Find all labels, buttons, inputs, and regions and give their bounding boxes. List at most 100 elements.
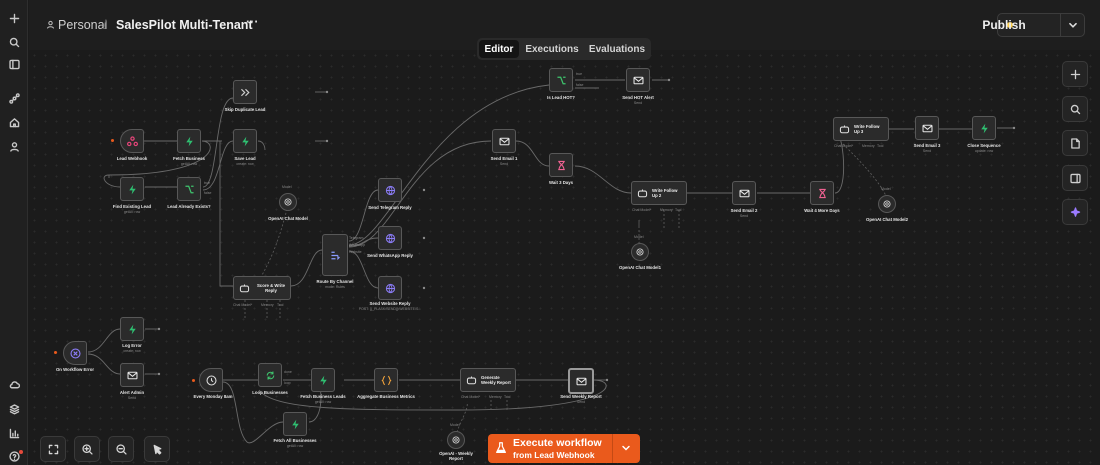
chevron-down-icon[interactable] [1066,18,1080,32]
route-by-channel-node[interactable] [322,234,348,276]
globe-icon [385,283,395,293]
wait-3-days-node[interactable] [549,153,573,177]
openai-icon [883,200,891,208]
every-monday-8am-node[interactable] [199,368,223,392]
node-label: Fetch All Businesses [273,438,317,443]
workflow-canvas[interactable]: Lead Webhook Fetch Business getAll: row … [29,50,1100,465]
bolt-icon [319,375,327,385]
loop-businesses-node[interactable] [258,363,282,387]
cloud-icon[interactable] [4,374,24,394]
search-nodes-button[interactable] [1062,96,1088,122]
node-label: Send Website Reply [369,301,411,306]
insights-icon[interactable] [4,423,24,443]
sticky-note-button[interactable] [1062,130,1088,156]
breadcrumb-owner[interactable]: Personal [58,18,107,32]
node-label: Write Follow Up 3 [854,124,880,134]
log-error-node[interactable] [120,317,144,341]
home-icon[interactable] [4,112,24,132]
alert-admin-node[interactable] [120,363,144,387]
find-existing-lead-node[interactable] [120,177,144,201]
send-whatsapp-reply-node[interactable] [378,226,402,250]
select-mode-button[interactable] [144,436,170,462]
zoom-in-button[interactable] [74,436,100,462]
mail-icon [633,76,643,84]
lead-webhook-node[interactable] [120,129,144,153]
write-follow-up-2-node[interactable]: Write Follow Up 2 [631,181,687,205]
view-tabs: Editor Executions Evaluations [477,38,651,60]
zoom-out-button[interactable] [108,436,134,462]
send-email-1-node[interactable] [492,129,516,153]
port-memory: Memory [489,395,502,399]
ai-assistant-button[interactable] [1062,199,1088,225]
score-write-reply-node[interactable]: Score & Write Reply [233,276,291,300]
port-false: false [204,191,212,195]
bolt-icon [241,136,249,146]
hourglass-icon [818,188,826,198]
fetch-all-businesses-node[interactable] [283,412,307,436]
send-telegram-reply-node[interactable] [378,178,402,202]
openai-chat-model1-node[interactable] [631,243,649,261]
toggle-panel-button[interactable] [1062,165,1088,191]
user-icon [46,20,55,29]
zoom-out-icon [115,443,127,455]
node-label: Save Lead [234,156,256,161]
more-options-button[interactable]: ··· [246,15,259,29]
is-lead-hot-node[interactable] [549,68,573,92]
user-icon[interactable] [4,136,24,156]
node-label: Generate Weekly Report [481,375,511,385]
send-weekly-report-node[interactable] [568,368,594,394]
port-memory: Memory [862,144,875,148]
node-subtitle: create: row [123,349,141,353]
sidebar-toggle-icon[interactable] [4,54,24,74]
fit-view-icon [48,444,58,454]
tab-editor[interactable]: Editor [479,40,519,58]
execute-workflow-button[interactable]: Execute workflow from Lead Webhook [488,434,640,463]
trigger-marker [111,139,114,142]
port-memory: Memory [660,208,673,212]
flask-icon [496,442,506,453]
port-whatsapp: WhatsApp [349,243,366,247]
tab-evaluations[interactable]: Evaluations [585,40,649,58]
node-label: OpenAI Chat Model [268,216,308,221]
openai-chat-model-node[interactable] [279,193,297,211]
save-lead-node[interactable] [233,129,257,153]
send-email-2-node[interactable] [732,181,756,205]
node-subtitle: getAll: row [123,210,141,214]
templates-icon[interactable] [4,399,24,419]
fetch-business-leads-node[interactable] [311,368,335,392]
plus-icon[interactable] [4,8,24,28]
port-tool: Tool [504,395,511,399]
node-label: On Workflow Error [55,367,95,372]
close-sequence-node[interactable] [972,116,996,140]
branch-icon [556,76,566,84]
skip-duplicate-lead-node[interactable] [233,80,257,104]
node-subtitle: create: row [236,162,254,166]
on-workflow-error-node[interactable] [63,341,87,365]
bolt-icon [128,184,136,194]
write-follow-up-3-node[interactable]: Write Follow Up 3 [833,117,889,141]
add-node-button[interactable] [1062,61,1088,87]
aggregate-business-metrics-node[interactable] [374,368,398,392]
tab-executions[interactable]: Executions [523,40,581,58]
send-website-reply-node[interactable] [378,276,402,300]
help-icon[interactable] [4,446,24,465]
openai-chat-model2-node[interactable] [878,195,896,213]
wait-4-more-days-node[interactable] [810,181,834,205]
publish-button[interactable]: Publish [982,13,1085,37]
globe-icon [385,233,395,243]
chevron-down-icon[interactable] [620,442,632,454]
send-hot-alert-node[interactable] [626,68,650,92]
workflow-name[interactable]: SalesPilot Multi-Tenant [116,18,253,32]
generate-weekly-report-node[interactable]: Generate Weekly Report [460,368,516,392]
fit-view-button[interactable] [40,436,66,462]
port-true: true [204,181,211,185]
openai-weekly-report-node[interactable] [447,431,465,449]
send-email-3-node[interactable] [915,116,939,140]
fetch-business-node[interactable] [177,129,201,153]
search-icon[interactable] [4,32,24,52]
lead-already-exists-node[interactable] [177,177,201,201]
node-label: Wait 3 Days [549,180,573,185]
nodes-icon[interactable] [4,88,24,108]
publish-label: Publish [982,17,1026,32]
execute-trigger-label: from Lead Webhook [513,450,595,460]
